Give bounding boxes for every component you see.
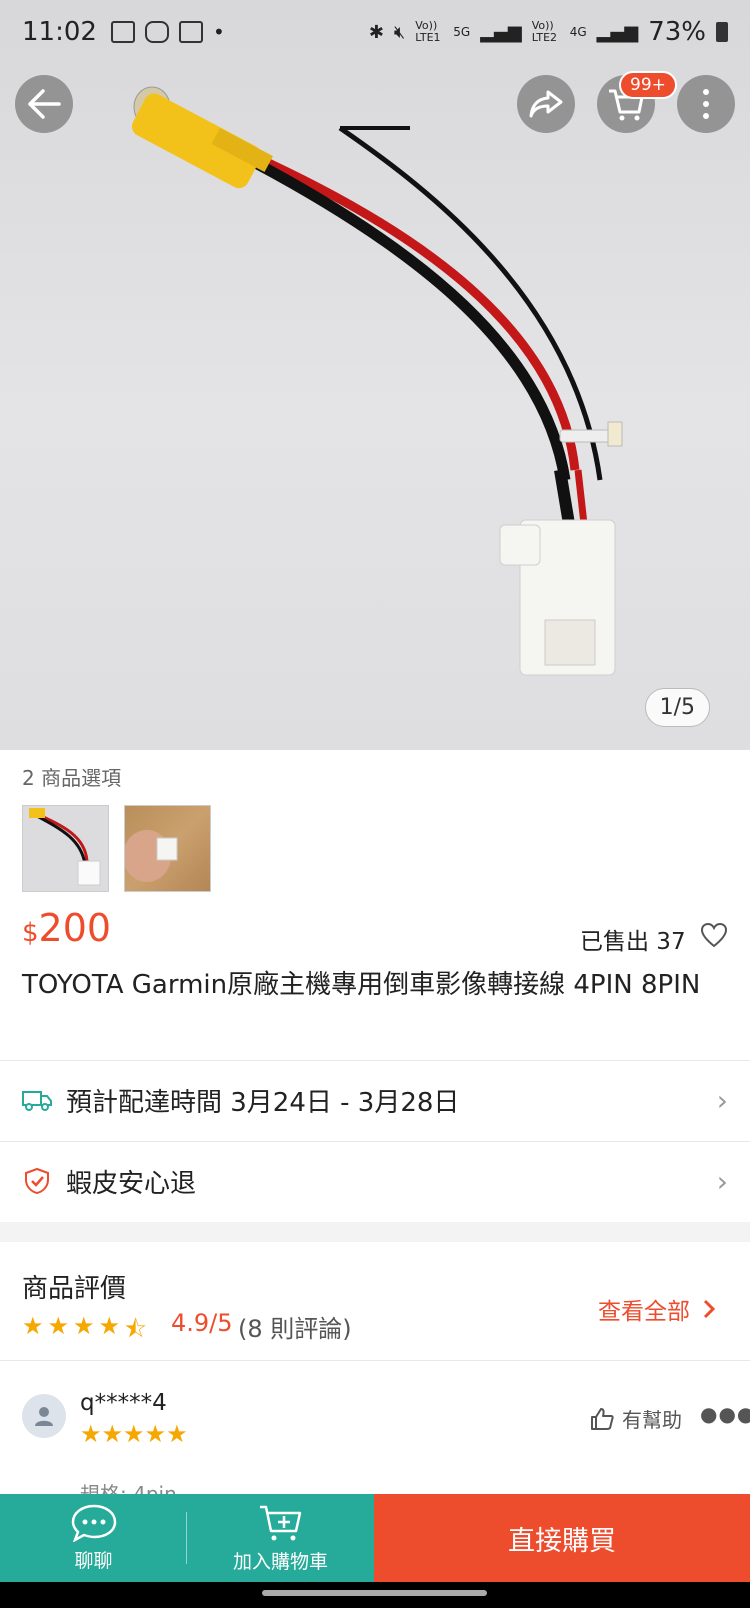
price-value: 200 <box>38 906 112 950</box>
app-notification-icon <box>144 21 169 43</box>
share-button[interactable] <box>517 75 575 133</box>
sold-count: 已售出 37 <box>580 929 686 955</box>
back-button[interactable] <box>15 75 73 133</box>
status-time: 11:02 <box>22 17 97 47</box>
price-currency: $ <box>22 918 39 948</box>
battery-icon <box>716 22 728 42</box>
shield-check-icon <box>22 1166 52 1196</box>
thumbnail-image <box>29 808 101 886</box>
half-star-icon: ⯪ <box>124 1315 147 1343</box>
see-all-label: 查看全部 <box>598 1299 690 1325</box>
reviews-title: 商品評價 <box>22 1274 127 1304</box>
add-to-cart-button[interactable]: 加入購物車 <box>187 1494 374 1582</box>
review-count: (8 則評論) <box>238 1315 352 1343</box>
more-options-button[interactable] <box>677 75 735 133</box>
rating-score: 4.9/5 <box>171 1309 233 1337</box>
signal-label-3: Vo)) LTE2 <box>531 19 558 44</box>
signal-label-4: 4G <box>569 25 587 39</box>
product-image-carousel[interactable]: 99+ 1/5 <box>0 0 750 750</box>
chevron-right-icon: › <box>716 1083 728 1117</box>
shopee-icon <box>178 21 203 43</box>
thumbs-up-icon <box>591 1407 614 1430</box>
star-icon: ★ <box>73 1312 95 1340</box>
truck-icon <box>22 1085 52 1115</box>
delivery-estimate: 預計配達時間 3月24日 - 3月28日 <box>66 1087 460 1118</box>
chat-button[interactable]: 聊聊 <box>0 1494 187 1582</box>
image-page-indicator: 1/5 <box>644 688 710 727</box>
dot-icon: • <box>212 20 225 44</box>
back-arrow-icon <box>28 89 61 119</box>
chat-icon <box>71 1504 116 1542</box>
variation-count-label: 2 商品選項 <box>22 766 122 790</box>
mute-icon: 🔇︎ <box>393 21 406 43</box>
reviewer-stars: ★★★★★ <box>80 1420 188 1448</box>
system-navigation-bar <box>0 1582 750 1608</box>
helpful-button[interactable]: 有幫助 <box>590 1404 682 1433</box>
notification-icons: • <box>110 20 225 44</box>
bluetooth-icon: ✱ <box>368 21 384 43</box>
buy-now-button[interactable]: 直接購買 <box>374 1494 750 1582</box>
chat-label: 聊聊 <box>74 1549 113 1572</box>
cart-button[interactable]: 99+ <box>597 71 677 133</box>
helpful-label: 有幫助 <box>622 1408 682 1432</box>
battery-level: 73% <box>648 17 706 47</box>
signal-bars-icon: ▂▄▆ <box>480 21 522 43</box>
more-vertical-icon <box>703 89 709 119</box>
guarantee-label: 蝦皮安心退 <box>66 1168 197 1199</box>
home-gesture-handle[interactable] <box>262 1590 487 1596</box>
review-item: q*****4 ★★★★★ 有幫助 ●●● 規格: 4pin <box>0 1360 750 1506</box>
star-icon: ★ <box>22 1312 44 1340</box>
avatar <box>22 1394 66 1438</box>
user-icon <box>35 1407 53 1426</box>
cart-count-badge: 99+ <box>619 71 677 99</box>
star-icon: ★ <box>47 1312 70 1340</box>
share-icon <box>529 90 563 118</box>
variation-thumbnail-1[interactable] <box>22 805 109 892</box>
rating-stars: ★ ★ ★ ★ ⯪ <box>22 1312 147 1353</box>
like-button[interactable] <box>700 922 728 952</box>
status-bar: 11:02 • ✱ 🔇︎ Vo)) LTE1 5G ▂▄▆ Vo)) LTE2 … <box>0 0 750 64</box>
variation-thumbnail-2[interactable] <box>124 805 211 892</box>
signal-label-2: 5G <box>453 25 471 39</box>
bottom-action-bar: 聊聊 加入購物車 直接購買 <box>0 1494 750 1582</box>
add-to-cart-icon <box>259 1505 301 1540</box>
star-icon: ★ <box>98 1312 121 1340</box>
status-right: ✱ 🔇︎ Vo)) LTE1 5G ▂▄▆ Vo)) LTE2 4G ▂▄▆ 7… <box>369 17 728 47</box>
product-price: $200 <box>22 906 111 950</box>
review-more-icon[interactable]: ●●● <box>700 1402 750 1426</box>
gallery-icon <box>110 21 135 43</box>
signal-label-1: Vo)) LTE1 <box>415 19 441 44</box>
signal-bars-icon-2: ▂▄▆ <box>596 21 639 43</box>
guarantee-row[interactable]: 蝦皮安心退 › <box>0 1141 750 1221</box>
thumbnail-image-2 <box>125 830 178 882</box>
add-to-cart-label: 加入購物車 <box>232 1550 328 1573</box>
delivery-row[interactable]: 預計配達時間 3月24日 - 3月28日 › <box>0 1060 750 1140</box>
see-all-reviews-link[interactable]: 查看全部 <box>598 1292 716 1326</box>
heart-icon <box>700 922 728 948</box>
chevron-right-icon <box>703 1299 716 1319</box>
buy-now-label: 直接購買 <box>508 1525 616 1557</box>
reviewer-name: q*****4 <box>80 1390 167 1416</box>
section-separator <box>0 1222 750 1242</box>
product-title: TOYOTA Garmin原廠主機專用倒車影像轉接線 4PIN 8PIN <box>22 970 701 1000</box>
chevron-right-icon: › <box>716 1164 728 1198</box>
